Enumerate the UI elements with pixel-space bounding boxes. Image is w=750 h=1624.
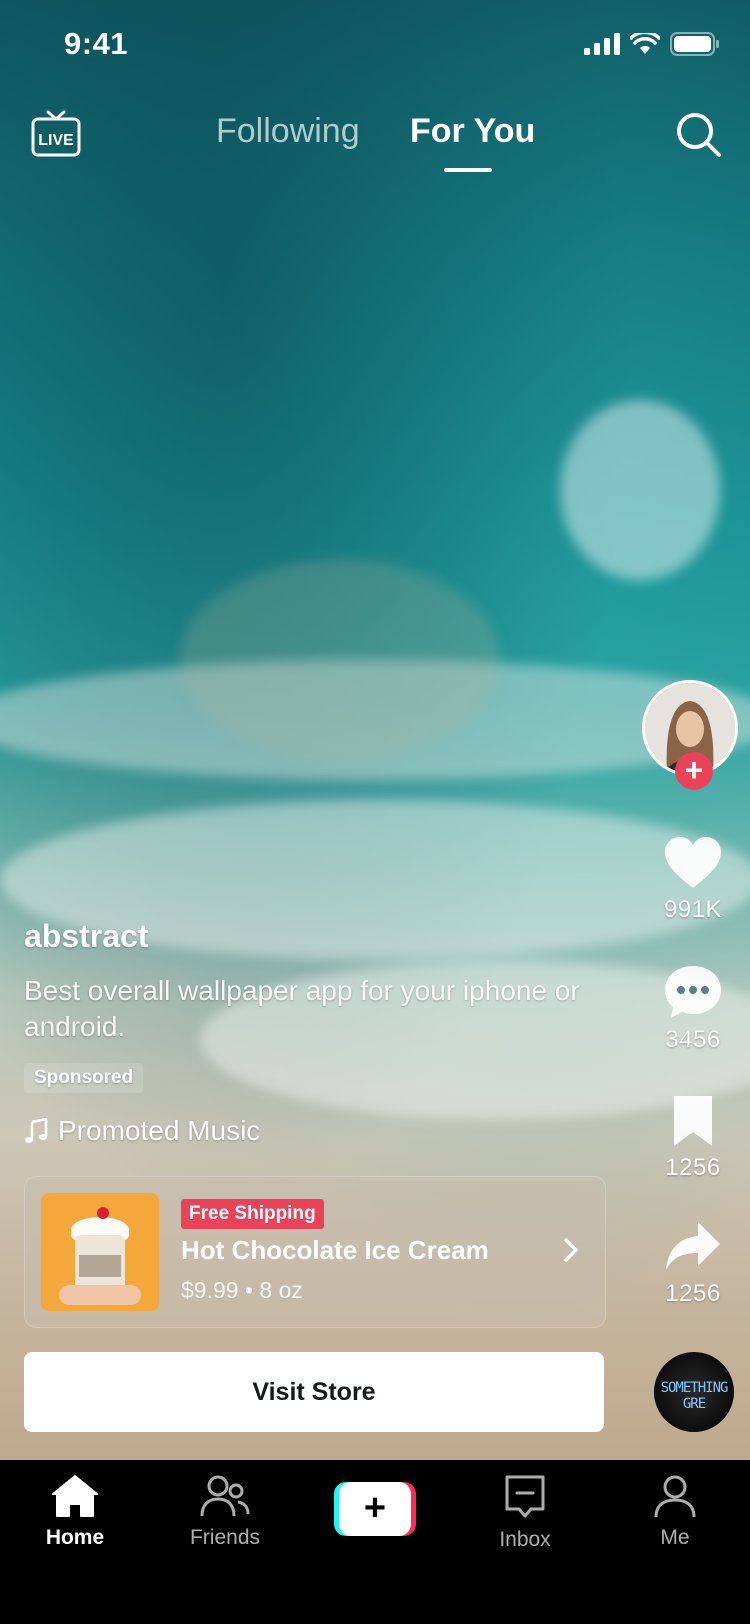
video-caption: abstract Best overall wallpaper app for …	[24, 918, 584, 1147]
signal-icon	[584, 33, 620, 55]
like-button[interactable]: 991K	[644, 836, 742, 924]
active-tab-indicator	[444, 168, 492, 172]
creator-username[interactable]: abstract	[24, 918, 584, 955]
music-disc-text: SOMETHING GRE	[660, 1380, 729, 1412]
status-time: 9:41	[64, 26, 129, 61]
status-icons	[584, 32, 720, 56]
comment-button[interactable]: 3456	[644, 964, 742, 1054]
live-icon[interactable]: LIVE	[30, 108, 82, 160]
music-disc[interactable]: SOMETHING GRE	[654, 1352, 734, 1432]
create-button[interactable]: +	[334, 1482, 416, 1536]
tab-inbox[interactable]: Inbox	[465, 1474, 585, 1552]
profile-icon	[654, 1475, 696, 1518]
music-label: Promoted Music	[58, 1115, 261, 1146]
comment-icon	[665, 966, 721, 1018]
comment-count: 3456	[665, 1026, 721, 1053]
wifi-icon	[630, 33, 660, 54]
inbox-icon	[505, 1475, 545, 1518]
visit-store-button[interactable]: Visit Store	[24, 1352, 604, 1432]
friends-icon	[200, 1475, 250, 1517]
product-title: Hot Chocolate Ice Cream	[181, 1235, 489, 1265]
create-plus-icon: +	[339, 1482, 411, 1536]
search-icon[interactable]	[674, 110, 722, 158]
music-row[interactable]: Promoted Music	[24, 1115, 584, 1147]
follow-button[interactable]: +	[675, 752, 713, 790]
share-icon	[666, 1222, 720, 1270]
battery-icon	[670, 32, 719, 56]
chevron-right-icon	[564, 1238, 578, 1262]
bottom-tab-bar: Home Friends + Inbox Me	[0, 1460, 750, 1624]
tab-me[interactable]: Me	[615, 1474, 735, 1550]
tab-home[interactable]: Home	[15, 1474, 135, 1550]
tab-home-label: Home	[45, 1526, 105, 1549]
tab-for-you[interactable]: For You	[410, 112, 535, 151]
tab-following[interactable]: Following	[216, 112, 360, 151]
share-count: 1256	[665, 1280, 721, 1307]
music-note-icon	[25, 1118, 48, 1143]
bookmark-count: 1256	[665, 1154, 721, 1181]
share-button[interactable]: 1256	[644, 1220, 742, 1308]
sponsored-badge: Sponsored	[24, 1063, 144, 1093]
bookmark-icon	[674, 1096, 712, 1146]
tab-friends-label: Friends	[189, 1526, 261, 1549]
live-label: LIVE	[38, 132, 74, 149]
home-icon	[52, 1475, 98, 1517]
product-image	[41, 1193, 159, 1311]
tab-me-label: Me	[660, 1526, 690, 1549]
tab-inbox-label: Inbox	[499, 1528, 551, 1551]
product-price: $9.99 • 8 oz	[181, 1277, 303, 1303]
free-shipping-badge: Free Shipping	[181, 1199, 324, 1229]
top-nav: LIVE Following For You	[0, 100, 750, 190]
heart-icon	[665, 837, 721, 888]
product-card[interactable]: Free Shipping Hot Chocolate Ice Cream $9…	[24, 1176, 606, 1328]
like-count: 991K	[663, 896, 723, 923]
video-description: Best overall wallpaper app for your ipho…	[24, 975, 580, 1042]
bookmark-button[interactable]: 1256	[644, 1094, 742, 1182]
tab-friends[interactable]: Friends	[165, 1474, 285, 1550]
status-bar: 9:41	[0, 0, 750, 90]
